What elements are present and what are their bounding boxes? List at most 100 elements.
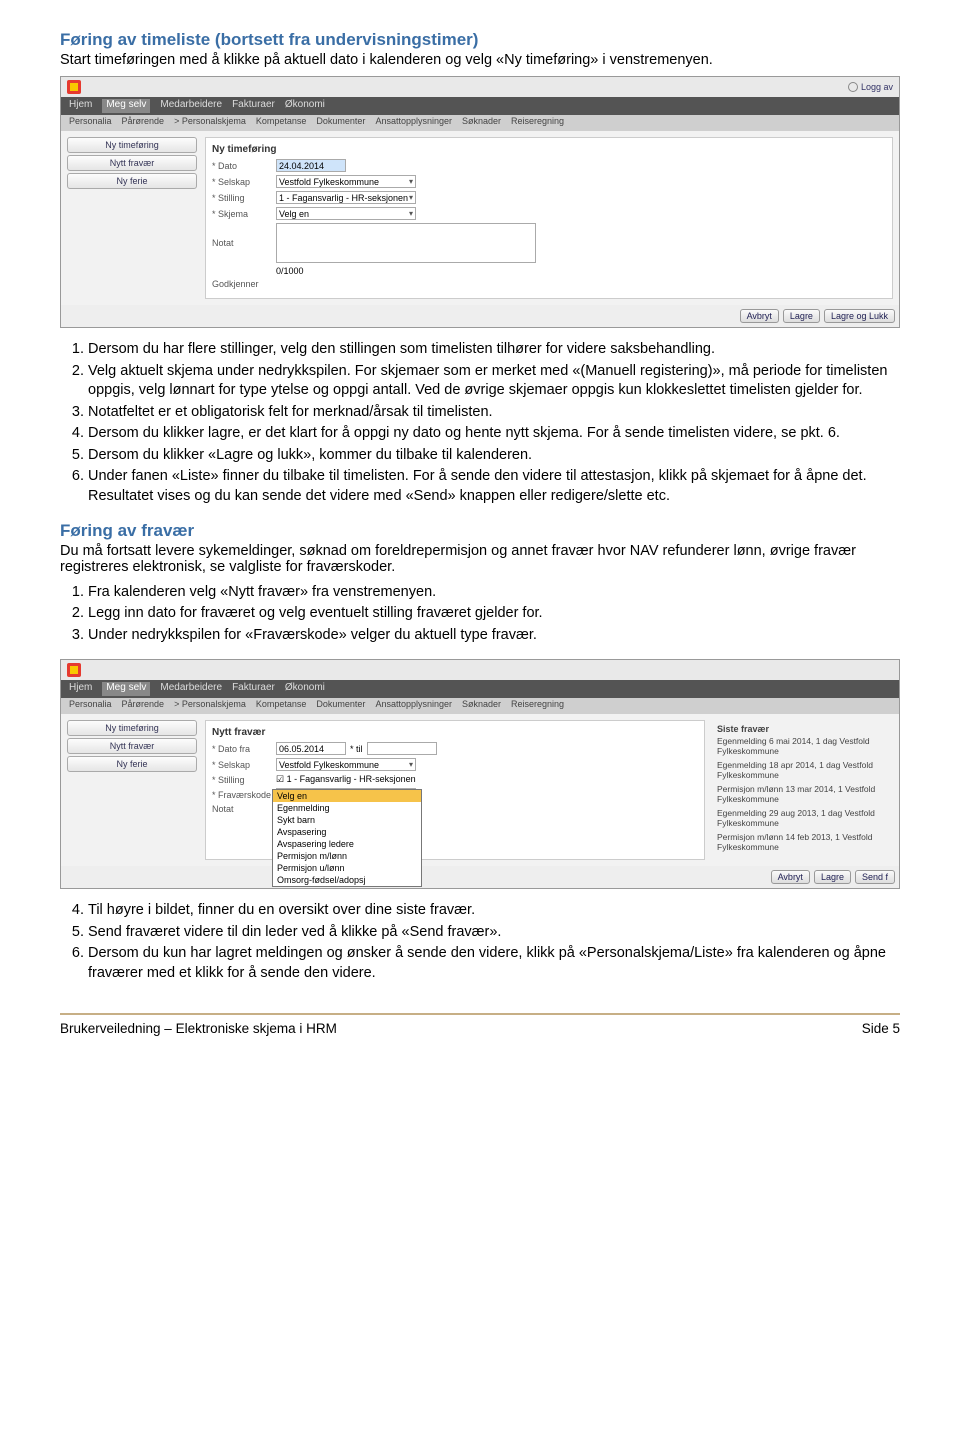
subnav-ansattopplysninger[interactable]: Ansattopplysninger <box>375 116 452 130</box>
send-fravaer-button[interactable]: Send f <box>855 870 895 884</box>
avbryt-button[interactable]: Avbryt <box>771 870 810 884</box>
sidebar-ny-ferie[interactable]: Ny ferie <box>67 173 197 189</box>
subnav-personalia[interactable]: Personalia <box>69 116 112 130</box>
dropdown-option[interactable]: Avspasering ledere <box>273 838 421 850</box>
input-dato-til[interactable] <box>367 742 437 755</box>
nav-okonomi[interactable]: Økonomi <box>285 682 325 696</box>
list-item: Under fanen «Liste» finner du tilbake ti… <box>88 467 900 506</box>
fravaer-item: Egenmelding 18 apr 2014, 1 dag Vestfold … <box>717 760 889 780</box>
sidebar-nytt-fravaer[interactable]: Nytt fravær <box>67 738 197 754</box>
subnav-reiseregning[interactable]: Reiseregning <box>511 699 564 713</box>
nav-hjem[interactable]: Hjem <box>69 682 92 696</box>
list-item: Dersom du har flere stillinger, velg den… <box>88 340 900 360</box>
fravaer-item: Permisjon m/lønn 14 feb 2013, 1 Vestfold… <box>717 832 889 852</box>
select-stilling[interactable]: 1 - Fagansvarlig - HR-seksjonen <box>276 191 416 204</box>
list-item: Dersom du klikker «Lagre og lukk», komme… <box>88 446 900 466</box>
nav-hjem[interactable]: Hjem <box>69 99 92 113</box>
sub-nav: Personalia Pårørende > Personalskjema Ko… <box>61 115 899 131</box>
main-nav: Hjem Meg selv Medarbeidere Fakturaer Øko… <box>61 680 899 698</box>
sidebar-nytt-fravaer[interactable]: Nytt fravær <box>67 155 197 171</box>
gear-icon <box>848 82 858 92</box>
dropdown-option[interactable]: Egenmelding <box>273 802 421 814</box>
nav-fakturaer[interactable]: Fakturaer <box>232 682 275 696</box>
fravaer-item: Egenmelding 6 mai 2014, 1 dag Vestfold F… <box>717 736 889 756</box>
subnav-personalskjema[interactable]: > Personalskjema <box>174 699 246 713</box>
section1-intro: Start timeføringen med å klikke på aktue… <box>60 52 900 68</box>
dropdown-option[interactable]: Sykt barn <box>273 814 421 826</box>
main-nav: Hjem Meg selv Medarbeidere Fakturaer Øko… <box>61 97 899 115</box>
select-selskap[interactable]: Vestfold Fylkeskommune <box>276 175 416 188</box>
lagre-button[interactable]: Lagre <box>783 309 820 323</box>
nav-okonomi[interactable]: Økonomi <box>285 99 325 113</box>
dropdown-option[interactable]: Velg en <box>273 790 421 802</box>
label-godkjenner: Godkjenner <box>212 279 272 289</box>
input-dato[interactable]: 24.04.2014 <box>276 159 346 172</box>
logg-av-link[interactable]: Logg av <box>848 82 893 92</box>
sidebar-ny-timeforing[interactable]: Ny timeføring <box>67 137 197 153</box>
form-title: Nytt fravær <box>212 727 698 738</box>
section1-heading: Føring av timeliste (bortsett fra underv… <box>60 30 900 50</box>
subnav-personalia[interactable]: Personalia <box>69 699 112 713</box>
subnav-kompetanse[interactable]: Kompetanse <box>256 116 307 130</box>
subnav-personalskjema[interactable]: > Personalskjema <box>174 116 246 130</box>
dropdown-option[interactable]: Avspasering <box>273 826 421 838</box>
siste-fravaer-panel: Siste fravær Egenmelding 6 mai 2014, 1 d… <box>713 720 893 860</box>
list-item: Send fraværet videre til din leder ved å… <box>88 923 900 943</box>
select-selskap[interactable]: Vestfold Fylkeskommune <box>276 758 416 771</box>
subnav-parorende[interactable]: Pårørende <box>122 699 165 713</box>
label-selskap: * Selskap <box>212 177 272 187</box>
crest-icon <box>67 80 81 94</box>
label-fravaerskode: * Fraværskode <box>212 790 272 800</box>
form-nytt-fravaer: Nytt fravær * Dato fra 06.05.2014 * til … <box>205 720 705 860</box>
list-item: Dersom du klikker lagre, er det klart fo… <box>88 424 900 444</box>
footer-right: Side 5 <box>862 1021 900 1036</box>
form-title: Ny timeføring <box>212 144 886 155</box>
section2-intro: Du må fortsatt levere sykemeldinger, søk… <box>60 543 900 575</box>
label-notat: Notat <box>212 238 272 248</box>
section2-heading: Føring av fravær <box>60 521 900 541</box>
fravaer-item: Egenmelding 29 aug 2013, 1 dag Vestfold … <box>717 808 889 828</box>
subnav-kompetanse[interactable]: Kompetanse <box>256 699 307 713</box>
subnav-parorende[interactable]: Pårørende <box>122 116 165 130</box>
section2-steps-b: Til høyre i bildet, finner du en oversik… <box>60 901 900 983</box>
label-skjema: * Skjema <box>212 209 272 219</box>
label-dato-fra: * Dato fra <box>212 744 272 754</box>
dropdown-option[interactable]: Permisjon u/lønn <box>273 862 421 874</box>
section2-steps-a: Fra kalenderen velg «Nytt fravær» fra ve… <box>60 583 900 646</box>
subnav-dokumenter[interactable]: Dokumenter <box>316 699 365 713</box>
subnav-soknader[interactable]: Søknader <box>462 116 501 130</box>
dropdown-option[interactable]: Permisjon m/lønn <box>273 850 421 862</box>
sidebar-ny-timeforing[interactable]: Ny timeføring <box>67 720 197 736</box>
subnav-dokumenter[interactable]: Dokumenter <box>316 116 365 130</box>
nav-meg-selv[interactable]: Meg selv <box>102 99 150 113</box>
label-til: * til <box>350 744 363 754</box>
lagre-button[interactable]: Lagre <box>814 870 851 884</box>
nav-fakturaer[interactable]: Fakturaer <box>232 99 275 113</box>
input-dato-fra[interactable]: 06.05.2014 <box>276 742 346 755</box>
sub-nav: Personalia Pårørende > Personalskjema Ko… <box>61 698 899 714</box>
sidebar-ny-ferie[interactable]: Ny ferie <box>67 756 197 772</box>
sidebar: Ny timeføring Nytt fravær Ny ferie <box>67 137 197 299</box>
lagre-lukk-button[interactable]: Lagre og Lukk <box>824 309 895 323</box>
screenshot-timeforing: Logg av Hjem Meg selv Medarbeidere Faktu… <box>60 76 900 328</box>
subnav-reiseregning[interactable]: Reiseregning <box>511 116 564 130</box>
list-item: Legg inn dato for fraværet og velg event… <box>88 604 900 624</box>
select-skjema[interactable]: Velg en <box>276 207 416 220</box>
checkbox-stilling[interactable]: ☑ 1 - Fagansvarlig - HR-seksjonen <box>276 774 416 785</box>
subnav-soknader[interactable]: Søknader <box>462 699 501 713</box>
dropdown-option[interactable]: Omsorg-fødsel/adopsj <box>273 874 421 886</box>
nav-medarbeidere[interactable]: Medarbeidere <box>160 682 222 696</box>
page-footer: Brukerveiledning – Elektroniske skjema i… <box>60 1013 900 1036</box>
fravaerskode-dropdown[interactable]: Velg en Egenmelding Sykt barn Avspaserin… <box>272 789 422 887</box>
label-stilling: * Stilling <box>212 775 272 785</box>
list-item: Velg aktuelt skjema under nedrykkspilen.… <box>88 362 900 401</box>
logg-av-label: Logg av <box>861 82 893 92</box>
crest-icon <box>67 663 81 677</box>
avbryt-button[interactable]: Avbryt <box>740 309 779 323</box>
nav-meg-selv[interactable]: Meg selv <box>102 682 150 696</box>
subnav-ansattopplysninger[interactable]: Ansattopplysninger <box>375 699 452 713</box>
nav-medarbeidere[interactable]: Medarbeidere <box>160 99 222 113</box>
form-ny-timeforing: Ny timeføring * Dato 24.04.2014 * Selska… <box>205 137 893 299</box>
textarea-notat[interactable] <box>276 223 536 263</box>
section1-steps: Dersom du har flere stillinger, velg den… <box>60 340 900 507</box>
